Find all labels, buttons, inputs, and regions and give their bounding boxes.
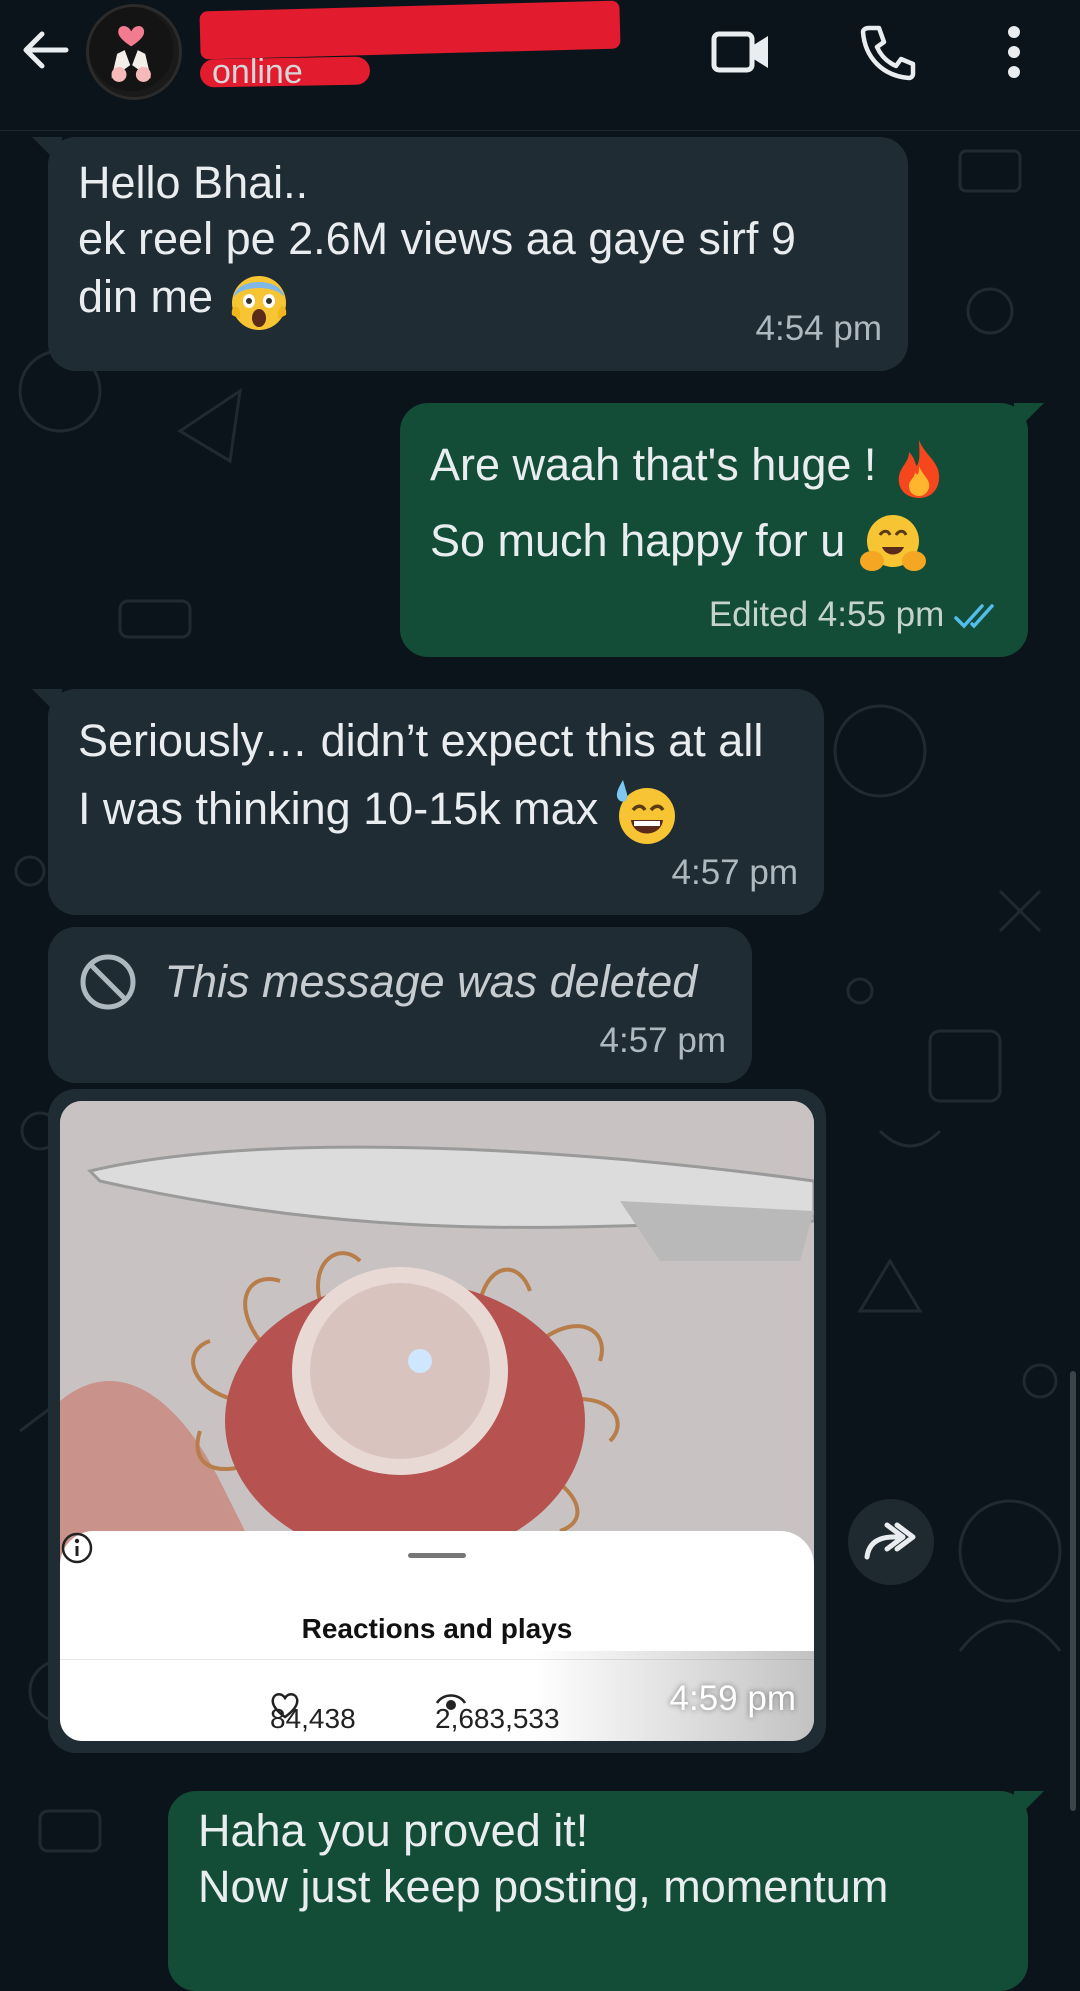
deleted-message-text: This message was deleted xyxy=(164,956,698,1008)
bubble-tail xyxy=(32,689,62,719)
grinning-face-with-sweat-emoji xyxy=(616,780,675,845)
message-text: Seriously… didn’t expect this at all xyxy=(78,715,764,766)
deleted-block-icon xyxy=(80,954,136,1010)
deleted-message-bubble[interactable]: This message was deleted 4:57 pm xyxy=(48,927,752,1083)
avatar[interactable] xyxy=(86,4,182,100)
message-text: Now just keep posting, momentum xyxy=(198,1861,889,1912)
edited-label: Edited xyxy=(708,595,809,634)
message-text: ek reel pe 2.6M views aa gaye sirf 9 xyxy=(78,213,796,264)
chat-header: online xyxy=(0,0,1080,131)
message-bubble-incoming[interactable]: Seriously… didn’t expect this at all I w… xyxy=(32,689,824,915)
forward-button[interactable] xyxy=(848,1499,934,1585)
chat-area[interactable]: Hello Bhai.. ek reel pe 2.6M views aa ga… xyxy=(0,131,1080,1991)
bubble-tail xyxy=(1014,403,1044,433)
sheet-drag-handle xyxy=(408,1553,466,1558)
hugging-face-emoji xyxy=(859,515,926,572)
message-text: din me xyxy=(78,270,214,322)
message-meta: Edited 4:55 pm xyxy=(709,587,1002,643)
likes-count: 84,438 xyxy=(270,1691,356,1741)
phone-icon[interactable] xyxy=(855,20,919,84)
eye-icon xyxy=(435,1694,467,1710)
bubble-tail xyxy=(32,137,62,167)
back-arrow-icon[interactable] xyxy=(18,22,74,78)
message-bubble-outgoing[interactable]: Are waah that's huge ! So much happy for… xyxy=(400,403,1044,657)
message-time: 4:57 pm xyxy=(671,853,798,892)
face-screaming-in-fear-emoji xyxy=(231,276,286,330)
forward-icon xyxy=(864,1522,916,1560)
heart-icon xyxy=(271,1693,299,1719)
rambutan-knife-image xyxy=(60,1101,814,1561)
image-message-bubble[interactable]: Reactions and plays 84,438 2,683,533 4:5… xyxy=(48,1089,826,1753)
video-call-icon[interactable] xyxy=(710,20,774,84)
message-time: 4:57 pm xyxy=(599,1021,726,1060)
message-text: Are waah that's huge ! xyxy=(430,439,877,490)
scrollbar[interactable] xyxy=(1070,1371,1076,1811)
message-text: So much happy for u xyxy=(430,515,846,566)
message-time: 4:55 pm xyxy=(817,595,945,634)
reel-screenshot-image[interactable]: Reactions and plays 84,438 2,683,533 4:5… xyxy=(60,1101,814,1741)
contact-status: online xyxy=(212,58,303,86)
bubble-tail xyxy=(1014,1791,1044,1821)
message-time: 4:59 pm xyxy=(669,1679,796,1718)
message-bubble-incoming[interactable]: Hello Bhai.. ek reel pe 2.6M views aa ga… xyxy=(32,137,908,371)
sheet-title: Reactions and plays xyxy=(301,1613,573,1644)
message-time: 4:54 pm xyxy=(755,309,882,348)
avatar-hands-heart-icon xyxy=(89,7,174,92)
more-vert-icon[interactable] xyxy=(1000,20,1040,84)
message-text: I was thinking 10-15k max xyxy=(78,783,599,834)
message-text: Hello Bhai.. xyxy=(78,157,309,208)
read-receipt-icon xyxy=(954,604,994,629)
message-bubble-outgoing[interactable]: Haha you proved it! Now just keep postin… xyxy=(168,1791,1044,1991)
message-text: Haha you proved it! xyxy=(198,1805,589,1856)
info-icon xyxy=(61,1532,93,1564)
contact-name[interactable] xyxy=(199,0,621,60)
fire-emoji xyxy=(898,440,940,499)
